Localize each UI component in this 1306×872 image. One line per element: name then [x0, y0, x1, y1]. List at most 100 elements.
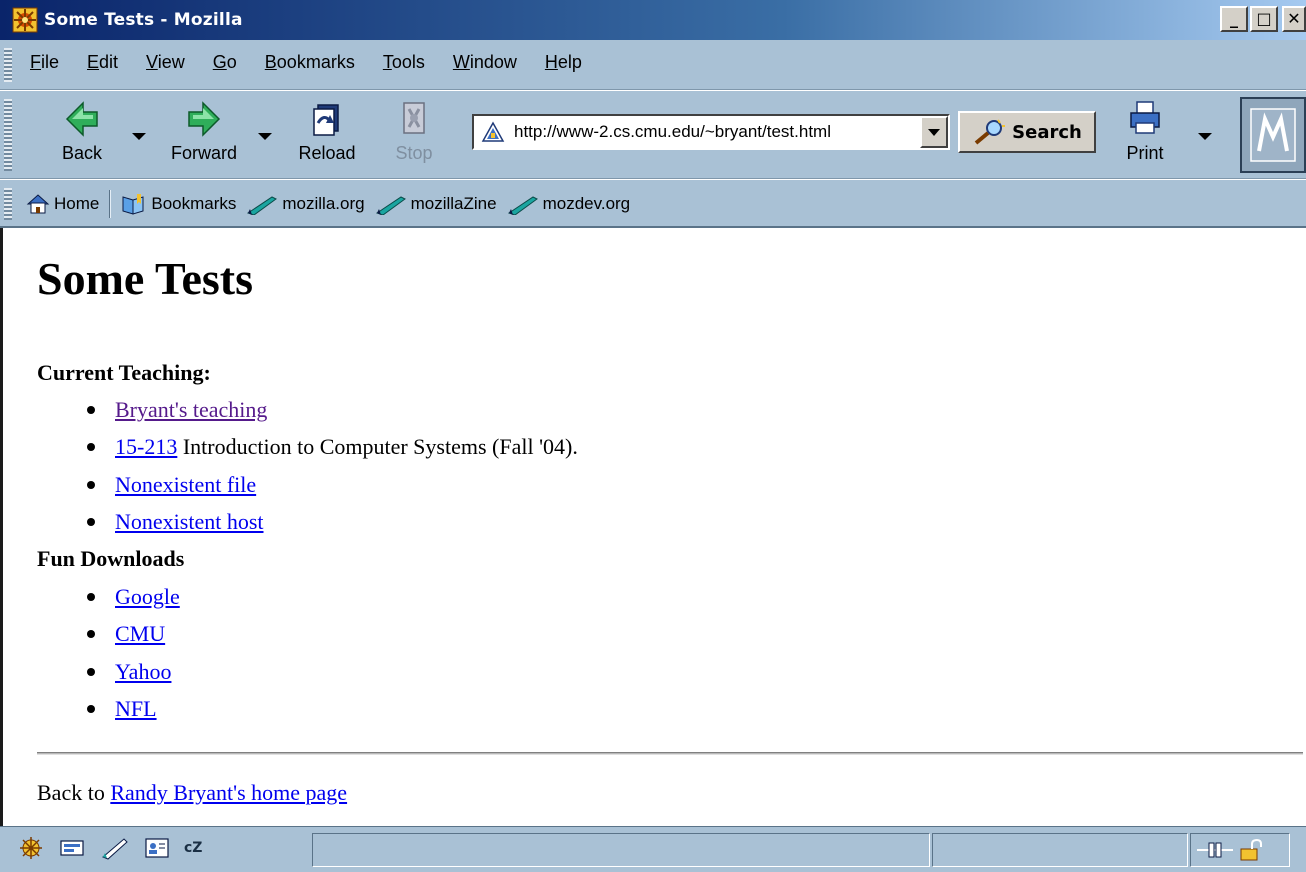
- home-icon: [26, 194, 50, 214]
- minimize-icon: _: [1230, 9, 1238, 28]
- status-message: [312, 833, 930, 867]
- composer-icon[interactable]: [100, 835, 130, 861]
- back-to-prefix: Back to: [37, 780, 111, 805]
- toolbar-grip[interactable]: [4, 99, 12, 171]
- minimize-button[interactable]: _: [1220, 6, 1248, 32]
- url-input[interactable]: [514, 117, 920, 147]
- list-item: Nonexistent file: [83, 466, 578, 504]
- home-page-link[interactable]: Randy Bryant's home page: [110, 780, 347, 805]
- menu-bookmarks[interactable]: Bookmarks: [265, 52, 355, 73]
- maximize-button[interactable]: □: [1250, 6, 1278, 32]
- list-item: Bryant's teaching: [83, 391, 578, 429]
- toolbar-grip[interactable]: [4, 188, 12, 220]
- bullet: [87, 592, 95, 601]
- list-item: 15-213 Introduction to Computer Systems …: [83, 429, 578, 467]
- status-indicators: [1190, 833, 1290, 867]
- mozilla-throbber[interactable]: [1240, 97, 1306, 173]
- back-history-dropdown[interactable]: [132, 133, 146, 140]
- print-options-dropdown[interactable]: [1198, 133, 1212, 140]
- page-proxy-icon[interactable]: [480, 119, 506, 145]
- bullet: [87, 667, 95, 676]
- stop-button[interactable]: Stop: [386, 99, 442, 164]
- bookmark-link-mozillazine[interactable]: mozillaZine: [375, 193, 497, 215]
- bullet: [87, 518, 95, 527]
- yahoo-link[interactable]: Yahoo: [115, 659, 171, 685]
- close-icon: ✕: [1287, 9, 1301, 28]
- personal-toolbar-items: Home Bookmarks mozilla.org mozillaZine m…: [26, 190, 640, 218]
- bullet: [87, 443, 95, 452]
- forward-button[interactable]: Forward: [164, 99, 244, 164]
- nonexistent-file-link[interactable]: Nonexistent file: [115, 472, 256, 498]
- personal-toolbar: Home Bookmarks mozilla.org mozillaZine m…: [0, 180, 1306, 228]
- chatzilla-icon[interactable]: cZ: [184, 840, 202, 856]
- list-item: Google: [83, 578, 180, 616]
- menu-window[interactable]: Window: [453, 52, 517, 73]
- navigator-icon[interactable]: [16, 835, 46, 861]
- reload-icon: [313, 104, 339, 136]
- forward-history-dropdown[interactable]: [258, 133, 272, 140]
- fun-downloads-list: Google CMU Yahoo NFL: [83, 578, 180, 728]
- close-button[interactable]: ✕: [1282, 6, 1306, 32]
- progress-panel: [932, 833, 1188, 867]
- bullet: [87, 630, 95, 639]
- title-bar: Some Tests - Mozilla _ □ ✕: [0, 0, 1306, 40]
- search-button[interactable]: Search: [958, 111, 1096, 153]
- menu-bar: File Edit View Go Bookmarks Tools Window…: [0, 40, 1306, 90]
- bullet: [87, 705, 95, 714]
- mail-icon[interactable]: [58, 835, 88, 861]
- status-bar: cZ: [0, 826, 1306, 872]
- nonexistent-host-link[interactable]: Nonexistent host: [115, 509, 264, 535]
- section-fun-downloads: Fun Downloads: [37, 546, 185, 571]
- bullet: [87, 405, 95, 414]
- search-magnifier-icon: [974, 119, 1006, 145]
- mozilla-app-icon[interactable]: [12, 7, 38, 33]
- list-item: Nonexistent host: [83, 504, 578, 542]
- section-current-teaching: Current Teaching:: [37, 360, 211, 385]
- home-button[interactable]: Home: [26, 193, 99, 215]
- menu-go[interactable]: Go: [213, 52, 237, 73]
- course-description: Introduction to Computer Systems (Fall '…: [177, 434, 578, 460]
- chevron-down-icon: [928, 128, 940, 136]
- url-history-dropdown[interactable]: [920, 116, 948, 148]
- component-bar: cZ: [16, 835, 202, 861]
- toolbar-grip[interactable]: [4, 48, 12, 82]
- cmu-link[interactable]: CMU: [115, 621, 165, 647]
- address-book-icon[interactable]: [142, 835, 172, 861]
- print-button[interactable]: Print: [1120, 99, 1170, 164]
- window-controls: _ □ ✕: [1220, 6, 1306, 32]
- current-teaching-list: Bryant's teaching 15-213 Introduction to…: [83, 391, 578, 541]
- url-bar[interactable]: [472, 114, 950, 150]
- bookmark-link-icon: [247, 196, 278, 215]
- google-link[interactable]: Google: [115, 584, 180, 610]
- menu-items: File Edit View Go Bookmarks Tools Window…: [30, 52, 610, 73]
- menu-help[interactable]: Help: [545, 52, 582, 73]
- forward-arrow-icon: [188, 101, 221, 137]
- bookmark-link-mozilla-org[interactable]: mozilla.org: [246, 193, 365, 215]
- page-content: Some Tests Current Teaching: Bryant's te…: [0, 228, 1306, 826]
- horizontal-rule: [37, 752, 1303, 755]
- printer-icon: [1130, 101, 1160, 134]
- bookmarks-button[interactable]: Bookmarks: [121, 192, 236, 216]
- nfl-link[interactable]: NFL: [115, 696, 157, 722]
- back-to-line: Back to Randy Bryant's home page: [37, 780, 347, 806]
- course-15-213-link[interactable]: 15-213: [115, 434, 177, 460]
- bookmark-link-mozdev-org[interactable]: mozdev.org: [507, 193, 630, 215]
- reload-button[interactable]: Reload: [292, 99, 362, 164]
- menu-tools[interactable]: Tools: [383, 52, 425, 73]
- menu-edit[interactable]: Edit: [87, 52, 118, 73]
- mozilla-logo-icon: [1250, 108, 1296, 162]
- menu-view[interactable]: View: [146, 52, 185, 73]
- list-item: Yahoo: [83, 653, 180, 691]
- online-offline-icon[interactable]: [1195, 839, 1235, 861]
- menu-file[interactable]: File: [30, 52, 59, 73]
- navigation-toolbar: Back Forward Reload Stop http://www-2.cs…: [0, 91, 1306, 179]
- bullet: [87, 480, 95, 489]
- stop-icon: [403, 102, 425, 134]
- security-lock-icon[interactable]: [1235, 838, 1265, 862]
- bryants-teaching-link[interactable]: Bryant's teaching: [115, 397, 267, 423]
- toolbar-separator: [109, 190, 112, 218]
- back-button[interactable]: Back: [52, 99, 112, 164]
- page-title: Some Tests: [37, 253, 253, 304]
- back-arrow-icon: [65, 101, 98, 137]
- maximize-icon: □: [1256, 9, 1272, 28]
